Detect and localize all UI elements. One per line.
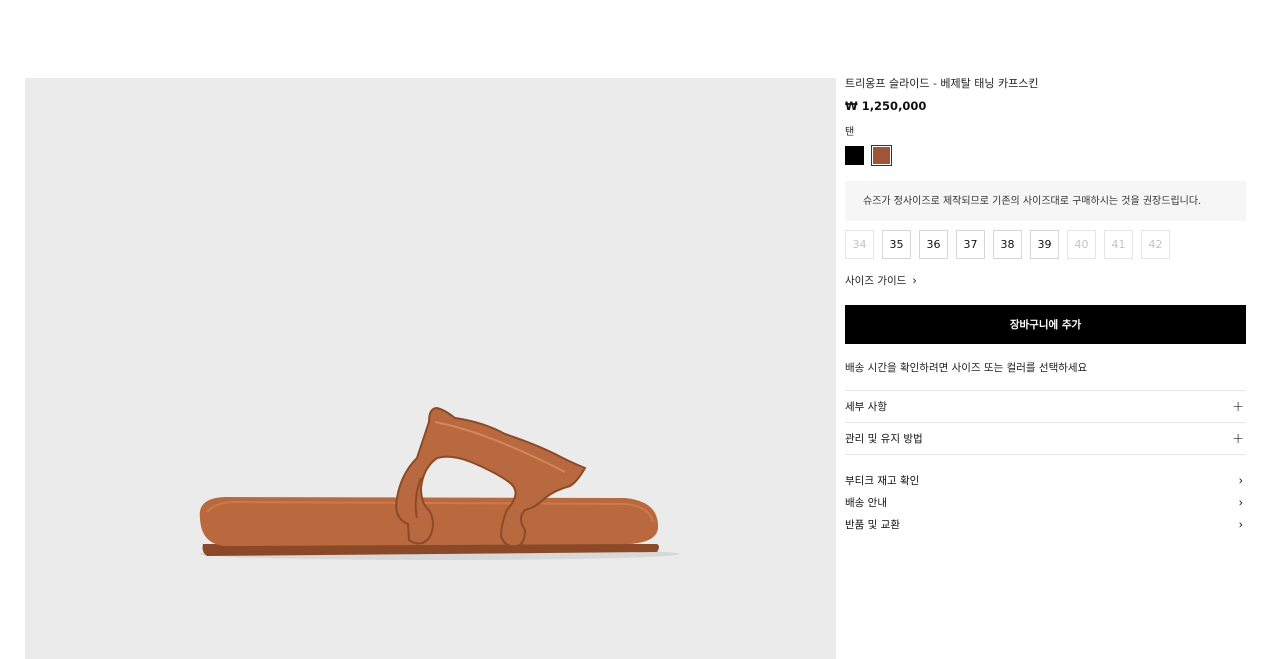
size-option[interactable]: 40 (1067, 230, 1096, 259)
info-links: 부티크 재고 확인 › 배송 안내 › 반품 및 교환 › (845, 469, 1246, 535)
accordion-label: 관리 및 유지 방법 (845, 433, 923, 445)
swatch-tan[interactable] (871, 145, 892, 166)
product-title: 트리옹프 슬라이드 - 베제탈 태닝 카프스킨 (845, 77, 1039, 90)
accordion-care[interactable]: 관리 및 유지 방법 + (845, 423, 1246, 455)
link-label: 반품 및 교환 (845, 518, 900, 531)
link-label: 부티크 재고 확인 (845, 474, 920, 487)
plus-icon: + (1232, 430, 1244, 447)
size-option[interactable]: 37 (956, 230, 985, 259)
product-image[interactable] (25, 78, 836, 659)
accordion-details[interactable]: 세부 사항 + (845, 391, 1246, 423)
size-option[interactable]: 42 (1141, 230, 1170, 259)
size-option[interactable]: 39 (1030, 230, 1059, 259)
chevron-right-icon: › (1238, 494, 1243, 510)
link-returns[interactable]: 반품 및 교환 › (845, 513, 1246, 535)
product-price: ₩ 1,250,000 (845, 99, 927, 113)
size-option[interactable]: 36 (919, 230, 948, 259)
shipping-hint: 배송 시간을 확인하려면 사이즈 또는 컬러를 선택하세요 (845, 362, 1088, 374)
chevron-right-icon: › (912, 273, 917, 288)
slide-sandal-illustration (199, 406, 680, 560)
plus-icon: + (1232, 398, 1244, 415)
size-selector: 34 35 36 37 38 39 40 41 42 (845, 230, 1246, 259)
selected-color-label: 탠 (845, 127, 855, 138)
product-info: 트리옹프 슬라이드 - 베제탈 태닝 카프스킨 ₩ 1,250,000 탠 슈즈… (845, 76, 1246, 535)
link-boutique-stock[interactable]: 부티크 재고 확인 › (845, 469, 1246, 491)
size-option[interactable]: 35 (882, 230, 911, 259)
sizing-notice: 슈즈가 정사이즈로 제작되므로 기존의 사이즈대로 구매하시는 것을 권장드립니… (845, 181, 1246, 221)
chevron-right-icon: › (1238, 516, 1243, 532)
size-guide-link[interactable]: 사이즈 가이드 › (845, 273, 1246, 288)
chevron-right-icon: › (1238, 472, 1243, 488)
accordion-label: 세부 사항 (845, 401, 887, 413)
size-option[interactable]: 34 (845, 230, 874, 259)
link-label: 배송 안내 (845, 496, 887, 509)
accordion: 세부 사항 + 관리 및 유지 방법 + (845, 390, 1246, 455)
swatch-black[interactable] (845, 146, 864, 165)
product-page: 트리옹프 슬라이드 - 베제탈 태닝 카프스킨 ₩ 1,250,000 탠 슈즈… (0, 0, 1280, 659)
color-swatches (845, 145, 1246, 166)
link-shipping-info[interactable]: 배송 안내 › (845, 491, 1246, 513)
add-to-cart-button[interactable]: 장바구니에 추가 (845, 305, 1246, 344)
size-option[interactable]: 41 (1104, 230, 1133, 259)
size-guide-label: 사이즈 가이드 (845, 275, 907, 287)
size-option[interactable]: 38 (993, 230, 1022, 259)
